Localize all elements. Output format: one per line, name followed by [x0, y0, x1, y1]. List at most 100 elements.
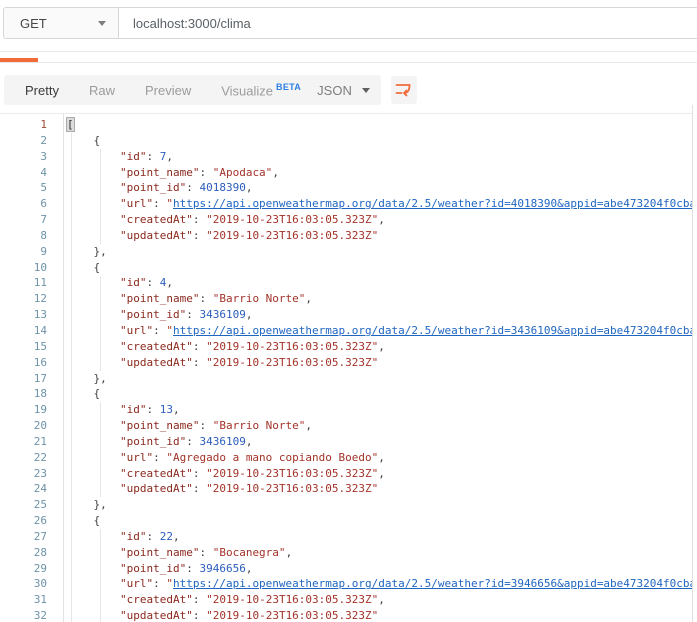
- gutter-border: [63, 113, 64, 622]
- json-token: ": [166, 197, 173, 210]
- json-token: 4018390: [199, 181, 245, 194]
- json-token: ": [166, 324, 173, 337]
- code-text: "point_name": "Barrio Norte",: [67, 418, 312, 434]
- json-token: :: [153, 451, 166, 464]
- code-lines: 1[2 {3 "id": 7,4 "point_name": "Apodaca"…: [0, 117, 692, 622]
- json-token: :: [146, 150, 159, 163]
- tab-raw[interactable]: Raw: [74, 83, 130, 98]
- json-token: :: [199, 546, 212, 559]
- code-text: "updatedAt": "2019-10-23T16:03:05.323Z": [67, 481, 378, 497]
- line-number: 15: [0, 339, 47, 355]
- chevron-down-icon: [362, 88, 370, 93]
- tab-visualize[interactable]: VisualizeBETA: [206, 82, 316, 98]
- json-token: ,: [166, 150, 173, 163]
- code-line: 7 "createdAt": "2019-10-23T16:03:05.323Z…: [0, 212, 692, 228]
- json-key: "point_name": [67, 546, 199, 559]
- json-token: :: [193, 467, 206, 480]
- json-token: 3436109: [199, 435, 245, 448]
- json-key: "id": [67, 150, 146, 163]
- json-token: :: [193, 229, 206, 242]
- json-token: "Bocanegra": [213, 546, 286, 559]
- json-token: :: [153, 577, 166, 590]
- code-line: 11 "id": 4,: [0, 275, 692, 291]
- code-line: 28 "point_name": "Bocanegra",: [0, 545, 692, 561]
- json-key: "updatedAt": [67, 609, 193, 622]
- line-number: 2: [0, 133, 47, 149]
- json-key: "url": [67, 451, 153, 464]
- line-number: 31: [0, 592, 47, 608]
- editor-right-border: [692, 105, 693, 622]
- code-text: },: [67, 497, 107, 513]
- code-line: 13 "point_id": 3436109,: [0, 307, 692, 323]
- url-link[interactable]: https://api.openweathermap.org/data/2.5/…: [173, 197, 692, 210]
- code-line: 31 "createdAt": "2019-10-23T16:03:05.323…: [0, 592, 692, 608]
- tab-pretty[interactable]: Pretty: [10, 83, 74, 98]
- json-token: :: [199, 292, 212, 305]
- language-select[interactable]: JSON: [306, 75, 381, 105]
- json-key: "id": [67, 403, 146, 416]
- line-number: 1: [0, 117, 47, 133]
- json-token: ,: [286, 546, 293, 559]
- json-key: "point_name": [67, 419, 199, 432]
- line-number: 23: [0, 466, 47, 482]
- json-token: :: [193, 340, 206, 353]
- code-text: "url": "https://api.openweathermap.org/d…: [67, 196, 692, 212]
- code-text: "updatedAt": "2019-10-23T16:03:05.323Z": [67, 608, 378, 622]
- json-key: "point_id": [67, 435, 186, 448]
- json-token: 3946656: [199, 562, 245, 575]
- json-token: :: [146, 276, 159, 289]
- code-line: 15 "createdAt": "2019-10-23T16:03:05.323…: [0, 339, 692, 355]
- line-number: 19: [0, 402, 47, 418]
- json-token: ,: [378, 340, 385, 353]
- line-number: 8: [0, 228, 47, 244]
- json-key: "point_id": [67, 181, 186, 194]
- response-body-editor[interactable]: 1[2 {3 "id": 7,4 "point_name": "Apodaca"…: [0, 113, 692, 622]
- json-token: "2019-10-23T16:03:05.323Z": [206, 467, 378, 480]
- code-text: "url": "Agregado a mano copiando Boedo",: [67, 450, 385, 466]
- url-link[interactable]: https://api.openweathermap.org/data/2.5/…: [173, 324, 692, 337]
- json-token: ,: [166, 276, 173, 289]
- code-line: 27 "id": 22,: [0, 529, 692, 545]
- json-token: :: [186, 435, 199, 448]
- code-text: "point_id": 3436109,: [67, 434, 252, 450]
- indent-guide: [100, 149, 101, 244]
- request-url-container: GET localhost:3000/clima: [3, 7, 697, 39]
- line-number: 30: [0, 576, 47, 592]
- line-number: 14: [0, 323, 47, 339]
- line-number: 12: [0, 291, 47, 307]
- json-token: "Barrio Norte": [213, 292, 306, 305]
- code-text: "id": 13,: [67, 402, 180, 418]
- line-number: 11: [0, 275, 47, 291]
- line-number: 10: [0, 260, 47, 276]
- code-text: "createdAt": "2019-10-23T16:03:05.323Z",: [67, 592, 385, 608]
- json-key: "point_name": [67, 292, 199, 305]
- code-line: 9 },: [0, 244, 692, 260]
- code-line: 29 "point_id": 3946656,: [0, 561, 692, 577]
- code-text: "id": 7,: [67, 149, 173, 165]
- tab-preview[interactable]: Preview: [130, 83, 206, 98]
- json-token: "Barrio Norte": [213, 419, 306, 432]
- line-number: 5: [0, 180, 47, 196]
- line-number: 9: [0, 244, 47, 260]
- line-number: 13: [0, 307, 47, 323]
- json-token: [: [67, 118, 74, 131]
- url-link[interactable]: https://api.openweathermap.org/data/2.5/…: [173, 577, 692, 590]
- line-number: 32: [0, 608, 47, 622]
- json-token: :: [186, 308, 199, 321]
- indent-guide: [100, 276, 101, 371]
- url-input[interactable]: localhost:3000/clima: [119, 8, 697, 38]
- code-line: 4 "point_name": "Apodaca",: [0, 165, 692, 181]
- code-text: "id": 22,: [67, 529, 180, 545]
- json-token: ,: [246, 308, 253, 321]
- line-number: 3: [0, 149, 47, 165]
- beta-badge: BETA: [276, 82, 301, 92]
- response-tabstrip: [0, 52, 697, 63]
- wrap-text-button[interactable]: [391, 76, 417, 104]
- json-token: "2019-10-23T16:03:05.323Z": [206, 593, 378, 606]
- json-token: ,: [305, 292, 312, 305]
- code-text: },: [67, 371, 107, 387]
- method-select[interactable]: GET: [4, 8, 119, 38]
- request-bar: GET localhost:3000/clima: [0, 0, 697, 51]
- code-line: 3 "id": 7,: [0, 149, 692, 165]
- json-token: :: [193, 593, 206, 606]
